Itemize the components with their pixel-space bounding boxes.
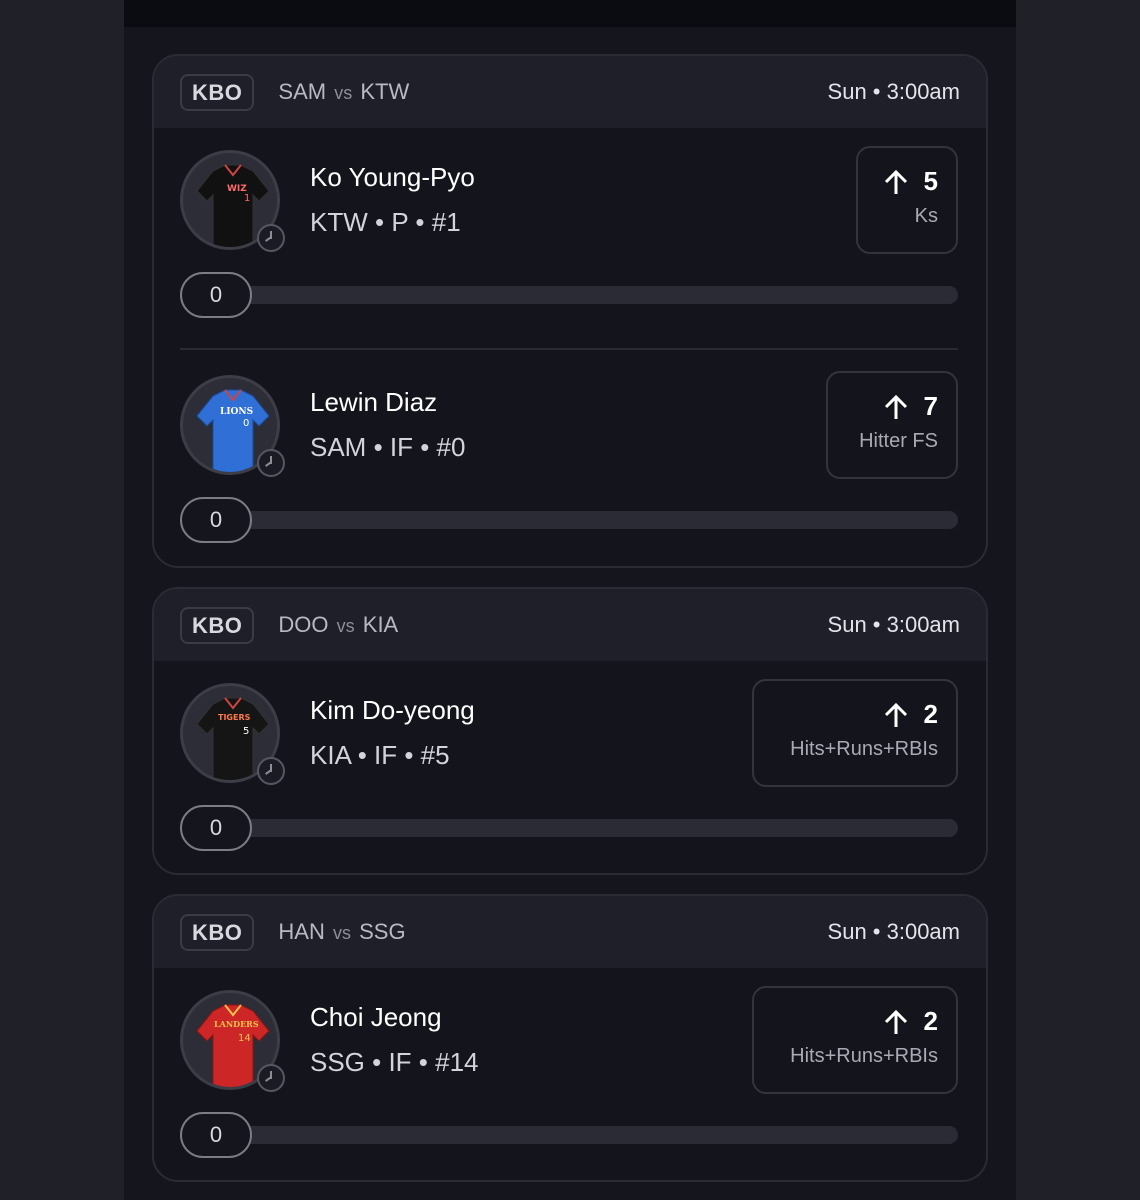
projection-label: Hitter FS — [859, 430, 938, 452]
league-badge: KBO — [180, 73, 255, 111]
arrow-up-icon — [884, 169, 907, 194]
game-card[interactable]: KBO SAM vs KTW Sun • 3:00am WIZ 1 Ko You… — [152, 54, 988, 568]
projection-label: Hits+Runs+RBIs — [790, 1045, 938, 1067]
clock-icon — [257, 1064, 285, 1092]
progress-bar: 0 — [180, 805, 958, 851]
projection-box[interactable]: 5 Ks — [856, 146, 958, 254]
arrow-up-icon — [884, 702, 907, 727]
player-meta: KIA • IF • #5 — [310, 740, 450, 770]
progress-value: 0 — [180, 1112, 252, 1158]
player-meta: KTW • P • #1 — [310, 207, 461, 237]
game-time: Sun • 3:00am — [827, 79, 960, 104]
jersey-number: 1 — [244, 193, 250, 204]
progress-track — [210, 286, 958, 304]
clock-icon — [257, 449, 285, 477]
projection-value: 5 — [923, 166, 938, 196]
projection-value: 7 — [923, 391, 938, 421]
game-time: Sun • 3:00am — [827, 612, 960, 637]
player-name: Ko Young-Pyo — [310, 162, 475, 192]
top-bar — [124, 0, 1016, 27]
away-team: KTW — [360, 79, 410, 104]
projection-label: Hits+Runs+RBIs — [790, 738, 938, 760]
projection-box[interactable]: 2 Hits+Runs+RBIs — [752, 679, 958, 787]
player-row[interactable]: LANDERS 14 Choi Jeong SSG • IF • #14 2 H… — [154, 968, 986, 1180]
home-team: HAN — [278, 919, 325, 944]
vs-label: vs — [332, 923, 351, 943]
progress-track — [210, 819, 958, 837]
matchup: HAN vs SSG — [278, 919, 405, 945]
projection-value: 2 — [923, 1006, 938, 1036]
game-header: KBO HAN vs SSG Sun • 3:00am — [154, 896, 986, 968]
jersey-number: 0 — [243, 418, 249, 429]
jersey-text: LIONS — [220, 407, 253, 417]
progress-bar: 0 — [180, 272, 958, 318]
progress-value: 0 — [180, 272, 252, 318]
jersey-text: TIGERS — [218, 713, 251, 722]
projection-value-row: 7 — [846, 391, 938, 422]
right-margin — [1016, 0, 1140, 1200]
clock-icon — [257, 757, 285, 785]
player-name: Choi Jeong — [310, 1002, 442, 1032]
league-badge: KBO — [180, 913, 255, 951]
projection-box[interactable]: 2 Hits+Runs+RBIs — [752, 986, 958, 1094]
league-badge: KBO — [180, 606, 255, 644]
progress-track — [210, 511, 958, 529]
projection-label: Ks — [914, 205, 938, 227]
player-name: Lewin Diaz — [310, 387, 438, 417]
game-header: KBO SAM vs KTW Sun • 3:00am — [154, 56, 986, 128]
progress-bar: 0 — [180, 497, 958, 543]
away-team: KIA — [362, 612, 399, 637]
game-card[interactable]: KBO HAN vs SSG Sun • 3:00am LANDERS 14 C… — [152, 894, 988, 1182]
vs-label: vs — [334, 83, 353, 103]
progress-track — [210, 1126, 958, 1144]
arrow-up-icon — [884, 1009, 907, 1034]
projection-value-row: 2 — [772, 1006, 938, 1037]
progress-value: 0 — [180, 497, 252, 543]
home-team: DOO — [278, 612, 329, 637]
player-row[interactable]: LIONS 0 Lewin Diaz SAM • IF • #0 7 Hitte… — [154, 353, 986, 566]
jersey-number: 5 — [243, 726, 249, 737]
picks-list: KBO SAM vs KTW Sun • 3:00am WIZ 1 Ko You… — [124, 0, 1016, 1200]
game-header: KBO DOO vs KIA Sun • 3:00am — [154, 589, 986, 661]
jersey-text: LANDERS — [214, 1019, 259, 1029]
arrow-up-icon — [884, 394, 907, 419]
home-team: SAM — [278, 79, 327, 104]
player-row[interactable]: TIGERS 5 Kim Do-yeong KIA • IF • #5 2 Hi… — [154, 661, 986, 873]
game-time: Sun • 3:00am — [827, 919, 960, 944]
projection-value-row: 5 — [876, 166, 938, 197]
divider — [180, 348, 958, 350]
game-card[interactable]: KBO DOO vs KIA Sun • 3:00am TIGERS 5 Kim… — [152, 587, 988, 875]
projection-box[interactable]: 7 Hitter FS — [826, 371, 958, 479]
player-meta: SSG • IF • #14 — [310, 1047, 479, 1077]
matchup: DOO vs KIA — [278, 612, 398, 638]
projection-value-row: 2 — [772, 699, 938, 730]
projection-value: 2 — [923, 699, 938, 729]
player-meta: SAM • IF • #0 — [310, 432, 466, 462]
progress-bar: 0 — [180, 1112, 958, 1158]
player-name: Kim Do-yeong — [310, 695, 475, 725]
progress-value: 0 — [180, 805, 252, 851]
away-team: SSG — [359, 919, 406, 944]
player-row[interactable]: WIZ 1 Ko Young-Pyo KTW • P • #1 5 Ks 0 — [154, 128, 986, 353]
left-margin — [0, 0, 124, 1200]
vs-label: vs — [336, 616, 355, 636]
jersey-number: 14 — [238, 1033, 251, 1044]
matchup: SAM vs KTW — [278, 79, 409, 105]
clock-icon — [257, 224, 285, 252]
